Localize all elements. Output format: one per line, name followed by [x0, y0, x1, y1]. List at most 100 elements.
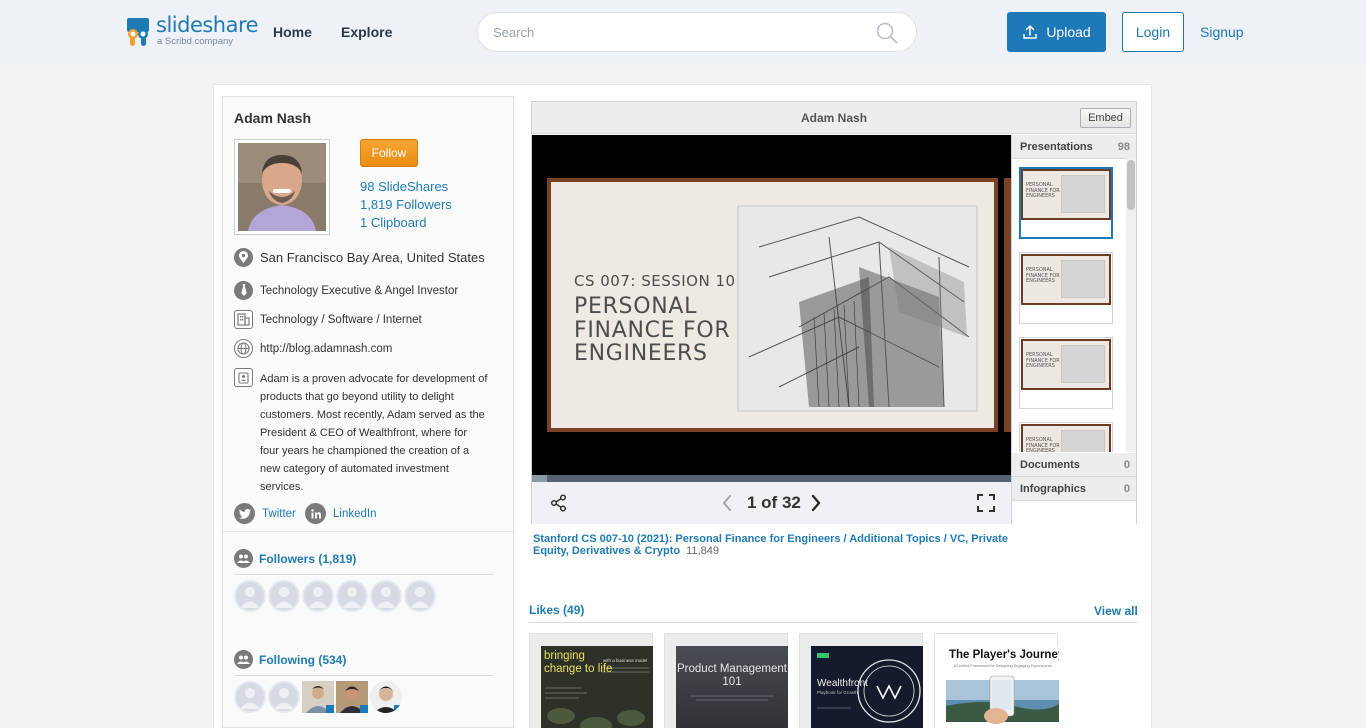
- liked-deck-subtitle: with a business model: [603, 658, 648, 663]
- login-button[interactable]: Login: [1122, 12, 1184, 52]
- upload-icon: [1023, 25, 1038, 39]
- profile-avatar[interactable]: [234, 139, 330, 235]
- follower-avatar[interactable]: [234, 580, 266, 612]
- liked-deck-card[interactable]: Wealthfront Playbook for Growth: [799, 633, 923, 728]
- location-text: San Francisco Bay Area, United States: [260, 250, 485, 265]
- deck-view-count: 11,849: [686, 545, 719, 557]
- liked-deck-card[interactable]: bringing change to life with a business …: [529, 633, 653, 728]
- liked-deck-subtitle: Playbook for Growth: [817, 690, 858, 695]
- slideshare-logo-icon: [127, 18, 149, 46]
- previous-slide-chevron-icon[interactable]: [721, 494, 733, 512]
- next-slide-peek: [1004, 178, 1011, 432]
- likes-rule: [529, 622, 1138, 623]
- follower-avatar[interactable]: [268, 580, 300, 612]
- documents-tab-label: Documents: [1020, 458, 1080, 471]
- following-avatar[interactable]: [336, 681, 368, 713]
- website-row: http://blog.adamnash.com: [234, 339, 392, 358]
- player-author[interactable]: Adam Nash: [801, 111, 867, 125]
- linkedin-icon: [305, 503, 326, 524]
- infographics-tab[interactable]: Infographics 0: [1012, 477, 1136, 501]
- website-link[interactable]: http://blog.adamnash.com: [260, 343, 392, 355]
- liked-deck-title: The Player's Journey: [949, 649, 1059, 661]
- presentations-count: 98: [1117, 140, 1130, 153]
- signup-link[interactable]: Signup: [1200, 24, 1244, 40]
- presentations-tab[interactable]: Presentations 98: [1012, 135, 1136, 159]
- following-avatar[interactable]: [302, 681, 334, 713]
- occupation-text: Technology Executive & Angel Investor: [260, 284, 459, 297]
- slide-session-label: CS 007: SESSION 10: [574, 272, 736, 290]
- nav-home-link[interactable]: Home: [273, 24, 312, 40]
- deck-title-link[interactable]: Stanford CS 007-10 (2021): Personal Fina…: [533, 533, 1008, 557]
- clipboards-count-link[interactable]: 1 Clipboard: [360, 215, 427, 230]
- liked-deck-card[interactable]: Product Management 101: [664, 633, 788, 728]
- following-avatar[interactable]: [370, 681, 402, 713]
- slide-progress-bar[interactable]: [532, 475, 1011, 482]
- follow-button[interactable]: Follow: [360, 139, 418, 167]
- slide-progress-fill: [532, 475, 547, 482]
- liked-deck-card[interactable]: The Player's Journey A Unified Framework…: [934, 633, 1059, 728]
- follow-button-label: Follow: [371, 146, 407, 160]
- profile-name[interactable]: Adam Nash: [234, 110, 311, 126]
- search-icon[interactable]: [876, 22, 898, 44]
- followers-avatars: [234, 580, 436, 612]
- liked-deck-thumbnail: Wealthfront Playbook for Growth: [811, 646, 923, 728]
- presentation-thumbnail[interactable]: PERSONAL FINANCE FOR ENGINEERS: [1019, 422, 1113, 452]
- twitter-link-label: Twitter: [262, 507, 296, 520]
- thumbnail-title: PERSONAL FINANCE FOR ENGINEERS: [1026, 352, 1060, 369]
- thumbnail-title: PERSONAL FINANCE FOR ENGINEERS: [1026, 437, 1060, 452]
- following-avatars: [234, 681, 402, 713]
- thumbnail-image: PERSONAL FINANCE FOR ENGINEERS: [1021, 424, 1111, 452]
- architecture-sketch-image: [737, 205, 978, 412]
- liked-deck-title: bringing change to life: [544, 650, 613, 675]
- search-input[interactable]: [493, 22, 853, 42]
- necktie-icon: [234, 281, 253, 300]
- following-rule: [234, 675, 493, 676]
- following-avatar[interactable]: [268, 681, 300, 713]
- fullscreen-icon[interactable]: [977, 494, 995, 512]
- share-icon[interactable]: [550, 494, 568, 512]
- documents-count: 0: [1123, 458, 1130, 471]
- following-avatar[interactable]: [234, 681, 266, 713]
- sidebar-scrollbar-thumb[interactable]: [1127, 160, 1135, 210]
- follower-avatar[interactable]: [302, 580, 334, 612]
- login-button-label: Login: [1135, 24, 1171, 40]
- group-icon: [234, 650, 253, 669]
- slideshare-logo[interactable]: slideshare a Scribd company: [124, 13, 259, 49]
- occupation-row: Technology Executive & Angel Investor: [234, 281, 458, 300]
- presentation-thumbnail[interactable]: PERSONAL FINANCE FOR ENGINEERS: [1019, 167, 1113, 239]
- bio-icon-row: [234, 368, 253, 387]
- presentation-thumbnail[interactable]: PERSONAL FINANCE FOR ENGINEERS: [1019, 337, 1113, 409]
- follower-avatar[interactable]: [404, 580, 436, 612]
- linkedin-link[interactable]: LinkedIn: [305, 503, 376, 524]
- slide-stage[interactable]: CS 007: SESSION 10 PERSONAL FINANCE FOR …: [532, 135, 1011, 475]
- id-card-icon: [234, 368, 253, 387]
- follower-avatar[interactable]: [370, 580, 402, 612]
- following-heading[interactable]: Following (534): [234, 650, 346, 669]
- slideshares-count-link[interactable]: 98 SlideShares: [360, 179, 448, 194]
- twitter-link[interactable]: Twitter: [234, 503, 296, 524]
- group-icon: [234, 549, 253, 568]
- likes-heading[interactable]: Likes (49): [529, 603, 584, 617]
- followers-heading[interactable]: Followers (1,819): [234, 549, 356, 568]
- thumbnail-image: PERSONAL FINANCE FOR ENGINEERS: [1021, 169, 1111, 220]
- current-slide: CS 007: SESSION 10 PERSONAL FINANCE FOR …: [547, 178, 998, 432]
- documents-tab[interactable]: Documents 0: [1012, 453, 1136, 477]
- profile-bio: Adam is a proven advocate for developmen…: [260, 373, 488, 493]
- deck-title: Stanford CS 007-10 (2021): Personal Fina…: [533, 533, 1023, 557]
- liked-deck-thumbnail: bringing change to life with a business …: [541, 646, 653, 728]
- following-heading-label: Following (534): [259, 652, 347, 667]
- infographics-tab-label: Infographics: [1020, 482, 1087, 495]
- top-navigation-bar: slideshare a Scribd company Home Explore…: [0, 0, 1366, 64]
- next-slide-chevron-icon[interactable]: [810, 494, 822, 512]
- presentation-thumbnail[interactable]: PERSONAL FINANCE FOR ENGINEERS: [1019, 252, 1113, 324]
- logo-wordmark: slideshare: [156, 13, 259, 37]
- upload-button[interactable]: Upload: [1007, 12, 1106, 52]
- view-all-likes-link[interactable]: View all: [1094, 604, 1138, 618]
- embed-button-label: Embed: [1088, 112, 1123, 124]
- followers-count-link[interactable]: 1,819 Followers: [360, 197, 452, 212]
- presentations-tab-label: Presentations: [1020, 140, 1093, 153]
- nav-explore-link[interactable]: Explore: [341, 24, 392, 40]
- follower-avatar[interactable]: [336, 580, 368, 612]
- embed-button[interactable]: Embed: [1080, 108, 1131, 128]
- liked-deck-thumbnail: The Player's Journey A Unified Framework…: [944, 646, 1059, 728]
